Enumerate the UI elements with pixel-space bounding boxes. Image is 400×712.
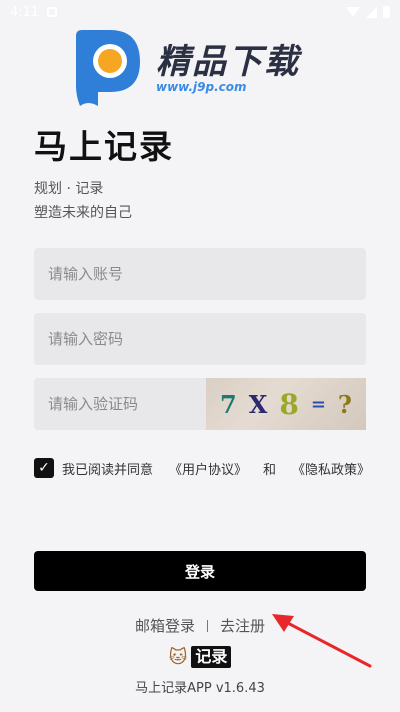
email-login-link[interactable]: 邮箱登录 — [135, 615, 195, 636]
wifi-icon — [346, 7, 360, 17]
status-time: 4:11 — [10, 4, 40, 20]
captcha-char: = — [310, 393, 326, 415]
captcha-char: ? — [337, 389, 352, 419]
captcha-input[interactable] — [46, 394, 200, 414]
signal-icon — [366, 6, 377, 18]
notification-icon — [47, 7, 58, 17]
watermark-url: www.j9p.com — [156, 80, 247, 94]
slogan-line-2: 塑造未来的自己 — [34, 205, 132, 221]
watermark-logo-icon — [76, 30, 140, 106]
check-icon: ✓ — [38, 460, 50, 476]
status-bar: 4:11 — [0, 0, 400, 24]
slogan-line-1: 规划 · 记录 — [34, 181, 104, 197]
cat-logo-icon: 🐱 — [168, 646, 188, 668]
agreement-checkbox[interactable]: ✓ — [34, 458, 54, 478]
red-arrow-annotation — [272, 614, 372, 668]
captcha-char: 7 — [220, 389, 237, 419]
watermark: 精品下载 www.j9p.com — [70, 26, 320, 110]
password-field[interactable] — [34, 313, 366, 365]
watermark-text: 精品下载 — [156, 42, 300, 82]
version-text: 马上记录APP v1.6.43 — [135, 681, 265, 696]
register-link[interactable]: 去注册 — [220, 615, 265, 636]
agreement-and: 和 — [263, 462, 277, 478]
account-input[interactable] — [46, 264, 354, 284]
divider — [207, 619, 208, 632]
logo-text: 记录 — [191, 646, 232, 668]
user-agreement-link[interactable]: 《用户协议》 — [169, 459, 247, 478]
agreement-prefix: 我已阅读并同意 — [62, 462, 154, 478]
captcha-image[interactable]: 7 X 8 = ? — [206, 378, 366, 430]
footer-logo: 🐱 记录 — [0, 646, 400, 668]
password-input[interactable] — [46, 329, 354, 349]
page-title: 马上记录 — [34, 127, 174, 166]
account-field[interactable] — [34, 248, 366, 300]
captcha-char: 8 — [279, 387, 299, 421]
agreement-row: ✓ 我已阅读并同意 《用户协议》 和 《隐私政策》 — [34, 458, 370, 478]
privacy-policy-link[interactable]: 《隐私政策》 — [292, 459, 370, 478]
captcha-field[interactable]: 7 X 8 = ? — [34, 378, 366, 430]
login-button[interactable]: 登录 — [34, 551, 366, 591]
battery-icon — [383, 6, 390, 18]
captcha-char: X — [248, 389, 268, 419]
